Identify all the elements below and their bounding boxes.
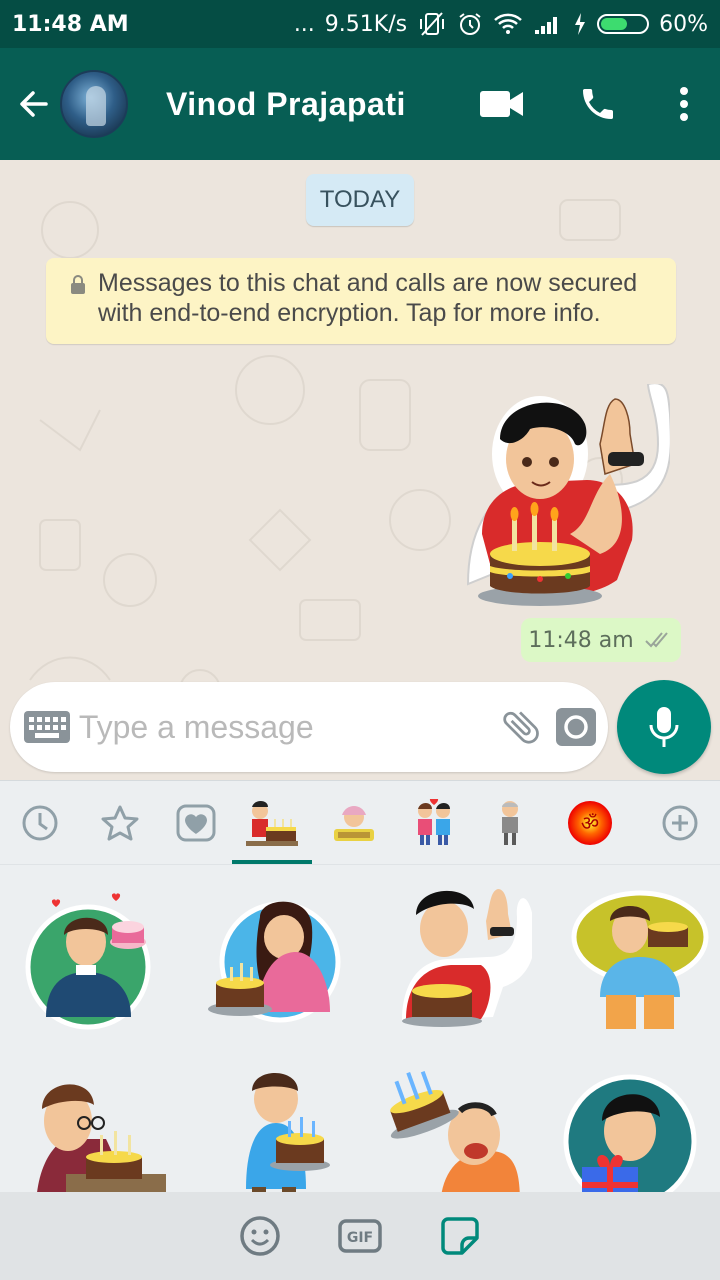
read-ticks-icon xyxy=(644,632,668,648)
tab-good-night[interactable] xyxy=(324,791,384,855)
svg-text:ॐ: ॐ xyxy=(581,811,599,835)
contact-name[interactable]: Vinod Prajapati xyxy=(166,86,406,123)
camera-icon xyxy=(555,708,596,746)
tab-recent[interactable] xyxy=(10,791,70,855)
sticker-tab-button[interactable] xyxy=(436,1212,484,1260)
charging-icon xyxy=(573,12,587,36)
phone-icon xyxy=(583,89,613,119)
heart-sticker-icon xyxy=(176,804,216,842)
back-arrow-icon xyxy=(20,91,48,117)
paperclip-icon xyxy=(503,711,540,744)
tab-love[interactable] xyxy=(166,791,226,855)
voice-call-button[interactable] xyxy=(548,48,648,160)
more-vert-icon xyxy=(680,87,688,121)
sticker-panel: ॐ xyxy=(0,780,720,1193)
om-pack-icon: ॐ xyxy=(568,801,612,845)
sticker-item[interactable] xyxy=(200,887,350,1037)
star-icon xyxy=(101,805,139,841)
sent-sticker-message[interactable] xyxy=(460,384,670,624)
video-call-button[interactable] xyxy=(456,48,548,160)
sticker-item[interactable] xyxy=(16,887,166,1037)
gif-icon: GIF xyxy=(338,1219,382,1253)
gif-tab-button[interactable]: GIF xyxy=(336,1212,384,1260)
add-circle-icon xyxy=(662,805,698,841)
tab-om[interactable]: ॐ xyxy=(560,791,620,855)
sticker-item[interactable] xyxy=(560,887,710,1037)
message-time: 11:48 am xyxy=(528,627,634,653)
status-dots: ... xyxy=(293,11,315,37)
tab-favorites[interactable] xyxy=(90,791,150,855)
alarm-icon xyxy=(457,11,483,37)
message-input[interactable] xyxy=(78,697,499,757)
wifi-icon xyxy=(493,12,523,36)
birthday-boy-pack-icon xyxy=(246,801,298,846)
battery-percent: 60% xyxy=(659,11,708,37)
clock-icon xyxy=(22,805,58,841)
status-icons: ... 9.51K/s 60% xyxy=(294,11,708,37)
encryption-notice-text: Messages to this chat and calls are now … xyxy=(98,269,638,327)
contact-avatar[interactable] xyxy=(60,70,128,138)
date-chip: TODAY xyxy=(306,174,414,226)
couple-pack-icon xyxy=(418,799,450,845)
sticker-item[interactable] xyxy=(560,1061,710,1193)
status-bar: 11:48 AM ... 9.51K/s 60% xyxy=(0,0,720,48)
tab-couple[interactable] xyxy=(404,791,464,855)
attach-button[interactable] xyxy=(499,705,544,749)
status-time: 11:48 AM xyxy=(12,11,129,37)
emoji-tab-button[interactable] xyxy=(236,1212,284,1260)
tab-birthday[interactable] xyxy=(232,791,312,864)
keyboard-icon xyxy=(24,711,71,743)
camera-button[interactable] xyxy=(544,708,608,746)
lock-icon xyxy=(71,275,85,294)
video-call-icon xyxy=(480,91,523,117)
sticker-item[interactable] xyxy=(222,1069,372,1193)
message-composer xyxy=(10,682,608,772)
sticker-grid xyxy=(0,877,720,1193)
signal-icon xyxy=(533,12,563,36)
gif-label: GIF xyxy=(347,1230,373,1246)
battery-icon xyxy=(597,14,650,34)
mic-icon xyxy=(649,707,679,747)
chat-header: Vinod Prajapati xyxy=(0,48,720,160)
sticker-item[interactable] xyxy=(26,1069,176,1193)
sticker-icon xyxy=(441,1217,479,1255)
encryption-notice[interactable]: Messages to this chat and calls are now … xyxy=(46,258,676,344)
voice-record-button[interactable] xyxy=(617,680,711,774)
tab-old-man[interactable] xyxy=(480,791,540,855)
sticker-pack-tabs: ॐ xyxy=(0,781,720,865)
sticker-item[interactable] xyxy=(382,881,532,1031)
back-button[interactable] xyxy=(6,48,62,160)
tab-add-sticker-pack[interactable] xyxy=(650,791,710,855)
keyboard-toggle-button[interactable] xyxy=(16,711,79,743)
emoji-icon xyxy=(240,1216,280,1256)
old-man-pack-icon xyxy=(502,801,518,845)
emoji-gif-sticker-bar: GIF xyxy=(0,1192,720,1280)
network-speed: 9.51K/s xyxy=(324,11,408,37)
vibrate-off-icon xyxy=(417,11,447,37)
sticker-item[interactable] xyxy=(380,1061,530,1193)
good-night-pack-icon xyxy=(334,806,374,841)
more-options-button[interactable] xyxy=(648,48,720,160)
message-timestamp: 11:48 am xyxy=(521,618,681,662)
